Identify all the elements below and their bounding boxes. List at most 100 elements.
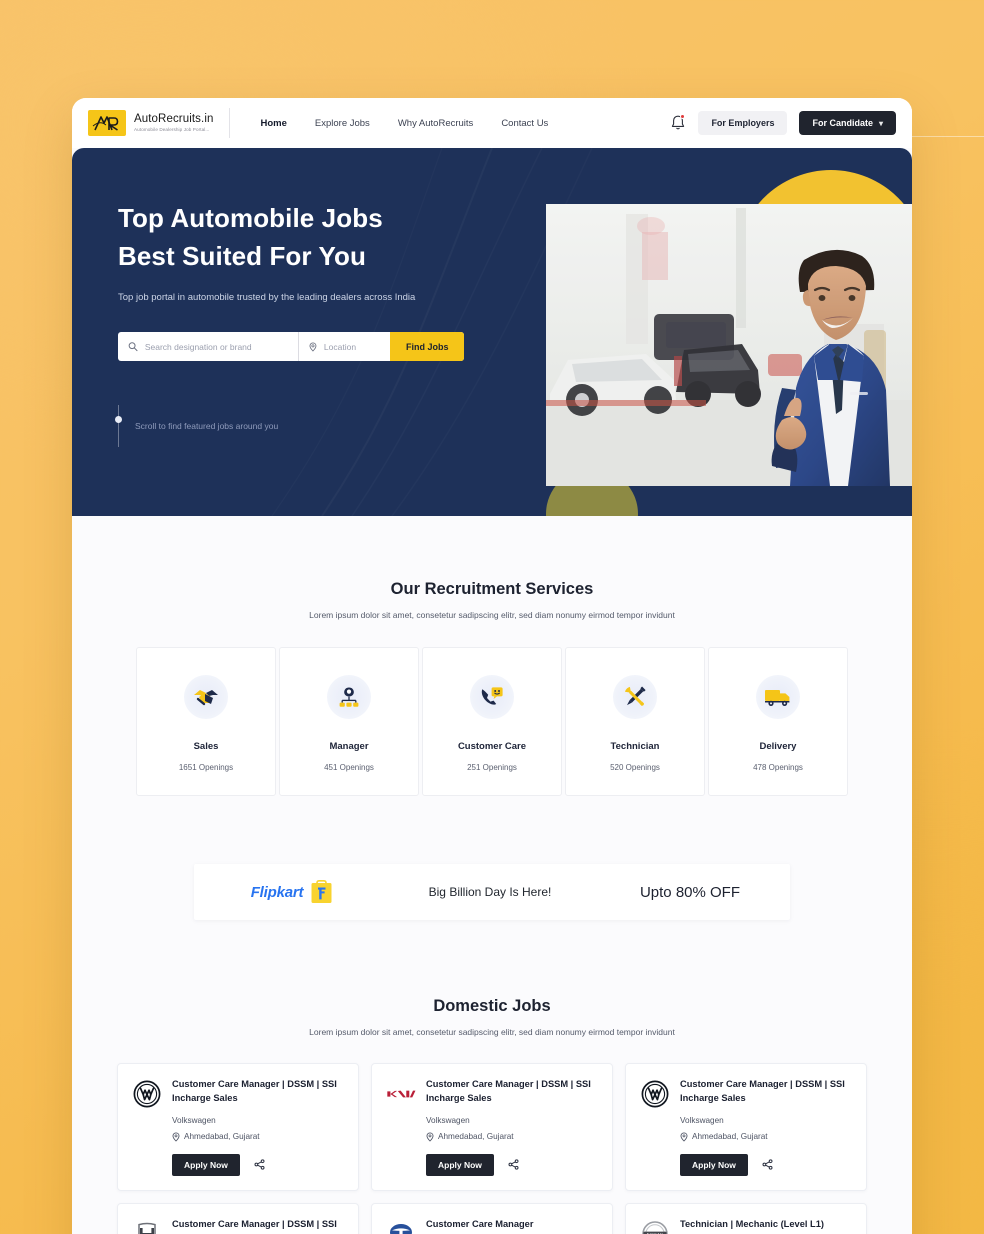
promo-banner-wrapper: Flipkart Big Billion Day Is Here! Upto 8…	[72, 796, 912, 920]
tata-logo	[386, 1219, 416, 1234]
for-employers-button[interactable]: For Employers	[698, 111, 788, 135]
site-logo[interactable]: AutoRecruits.in Automobile Dealership Jo…	[88, 108, 231, 138]
bell-icon[interactable]	[670, 114, 686, 132]
website-page: AutoRecruits.in Automobile Dealership Jo…	[72, 98, 912, 1234]
service-card-sales[interactable]: Sales 1651 Openings	[136, 647, 276, 796]
job-company: Volkswagen	[680, 1115, 724, 1125]
jobs-subtitle: Lorem ipsum dolor sit amet, consetetur s…	[309, 1027, 675, 1037]
designation-field-wrapper	[118, 332, 298, 361]
hero-subtitle: Top job portal in automobile trusted by …	[118, 292, 416, 304]
job-company: Volkswagen	[172, 1115, 216, 1125]
job-title: Technician | Mechanic (Level L1)	[680, 1218, 824, 1229]
recruitment-services-section: Our Recruitment Services Lorem ipsum dol…	[72, 516, 912, 796]
share-icon[interactable]	[252, 1157, 267, 1172]
volkswagen-logo	[640, 1079, 670, 1109]
delivery-truck-icon	[756, 675, 800, 719]
service-openings: 520 Openings	[610, 763, 660, 772]
job-card[interactable]: Customer Care Manager | DSSM | SSI Incha…	[625, 1063, 867, 1191]
job-card[interactable]: Customer Care Manager | DSSM | SSI Incha…	[117, 1063, 359, 1191]
service-card-manager[interactable]: Manager 451 Openings	[279, 647, 419, 796]
search-icon	[128, 342, 138, 352]
logo-brand-name: AutoRecruits.in	[134, 113, 214, 126]
scroll-indicator-line	[115, 405, 122, 448]
job-actions: Apply Now	[172, 1153, 344, 1176]
scroll-hint[interactable]: Scroll to find featured jobs around you	[115, 405, 912, 448]
service-openings: 478 Openings	[753, 763, 803, 772]
job-card[interactable]: Customer Care Manager | DSSM | SSI Incha…	[117, 1202, 359, 1234]
for-candidate-label: For Candidate	[812, 118, 873, 128]
promo-offer: Upto 80% OFF	[639, 883, 741, 901]
logo-tagline: Automobile Dealership Job Portal...	[134, 127, 210, 133]
job-card[interactable]: Customer Care Manager | DSSM | SSI Incha…	[371, 1063, 613, 1191]
flipkart-bag-icon	[311, 879, 332, 903]
service-openings: 451 Openings	[324, 763, 374, 772]
job-title: Customer Care Manager | DSSM | SSI Incha…	[680, 1079, 845, 1104]
scroll-hint-label: Scroll to find featured jobs around you	[135, 421, 279, 432]
job-title: Customer Care Manager	[426, 1218, 534, 1229]
map-pin-icon	[172, 1132, 180, 1142]
job-actions: Apply Now	[426, 1153, 598, 1176]
services-title: Our Recruitment Services	[390, 580, 594, 598]
job-card[interactable]: Customer Care Manager Volkswagen Ahmedab…	[371, 1202, 613, 1234]
service-card-customer-care[interactable]: Customer Care 251 Openings	[422, 647, 562, 796]
job-location-text: Ahmedabad, Gujarat	[692, 1132, 768, 1142]
nav-item-why-autorecruits[interactable]: Why AutoRecruits	[398, 118, 474, 129]
services-subtitle: Lorem ipsum dolor sit amet, consetetur s…	[309, 610, 675, 620]
kia-logo	[386, 1079, 416, 1109]
apply-now-button[interactable]: Apply Now	[680, 1153, 748, 1176]
service-openings: 1651 Openings	[178, 763, 234, 772]
service-name: Sales	[193, 741, 219, 752]
service-name: Technician	[610, 741, 660, 752]
wrench-screwdriver-icon	[613, 675, 657, 719]
nissan-logo: NISSAN	[640, 1219, 670, 1234]
top-navigation-bar: AutoRecruits.in Automobile Dealership Jo…	[72, 98, 912, 148]
org-chart-icon	[327, 675, 371, 719]
phone-chat-icon	[470, 675, 514, 719]
location-field-wrapper	[298, 332, 390, 362]
service-card-technician[interactable]: Technician 520 Openings	[565, 647, 705, 796]
job-title: Customer Care Manager | DSSM | SSI Incha…	[426, 1079, 591, 1104]
promo-offer-cell: Upto 80% OFF	[590, 864, 790, 920]
promo-partner-name: Flipkart	[250, 883, 304, 901]
jobs-title: Domestic Jobs	[433, 997, 551, 1015]
hero-title: Top Automobile Jobs Best Suited For You	[118, 200, 912, 275]
nav-item-contact-us[interactable]: Contact Us	[501, 118, 548, 129]
job-location-text: Ahmedabad, Gujarat	[184, 1132, 260, 1142]
apply-now-button[interactable]: Apply Now	[426, 1153, 494, 1176]
job-search-bar: Find Jobs	[118, 332, 464, 362]
scroll-indicator-knob	[115, 416, 122, 424]
nav-item-explore-jobs[interactable]: Explore Jobs	[315, 118, 370, 129]
for-candidate-button[interactable]: For Candidate ▾	[799, 111, 896, 135]
location-input[interactable]	[323, 341, 380, 352]
service-name: Manager	[329, 741, 369, 752]
apply-now-button[interactable]: Apply Now	[172, 1153, 240, 1176]
nav-item-home[interactable]: Home	[260, 118, 286, 129]
nav-right-actions: For Employers For Candidate ▾	[670, 111, 896, 135]
promo-headline-cell: Big Billion Day Is Here!	[390, 864, 590, 920]
search-input[interactable]	[144, 341, 288, 352]
job-location: Ahmedabad, Gujarat	[172, 1132, 344, 1142]
service-openings: 251 Openings	[467, 763, 517, 772]
logo-monogram-icon	[88, 110, 126, 136]
promo-headline: Big Billion Day Is Here!	[428, 885, 552, 899]
map-pin-icon	[426, 1132, 434, 1142]
job-location: Ahmedabad, Gujarat	[680, 1132, 852, 1142]
service-name: Customer Care	[457, 741, 527, 752]
chevron-down-icon: ▾	[878, 118, 883, 128]
share-icon[interactable]	[760, 1157, 775, 1172]
job-actions: Apply Now	[680, 1153, 852, 1176]
job-location-text: Ahmedabad, Gujarat	[438, 1132, 514, 1142]
domestic-jobs-section: Domestic Jobs Lorem ipsum dolor sit amet…	[72, 920, 912, 1234]
hero-section: Top Automobile Jobs Best Suited For You …	[72, 148, 912, 516]
job-company: Volkswagen	[426, 1115, 470, 1125]
volkswagen-logo	[132, 1079, 162, 1109]
services-card-row: Sales 1651 Openings Manager 451 Openings…	[72, 647, 912, 796]
map-pin-icon	[680, 1132, 688, 1142]
service-name: Delivery	[759, 741, 797, 752]
promo-banner[interactable]: Flipkart Big Billion Day Is Here! Upto 8…	[194, 864, 790, 920]
job-card[interactable]: NISSAN Technician | Mechanic (Level L1) …	[625, 1202, 867, 1234]
find-jobs-button[interactable]: Find Jobs	[390, 332, 464, 362]
service-card-delivery[interactable]: Delivery 478 Openings	[708, 647, 848, 796]
share-icon[interactable]	[506, 1157, 521, 1172]
job-location: Ahmedabad, Gujarat	[426, 1132, 598, 1142]
